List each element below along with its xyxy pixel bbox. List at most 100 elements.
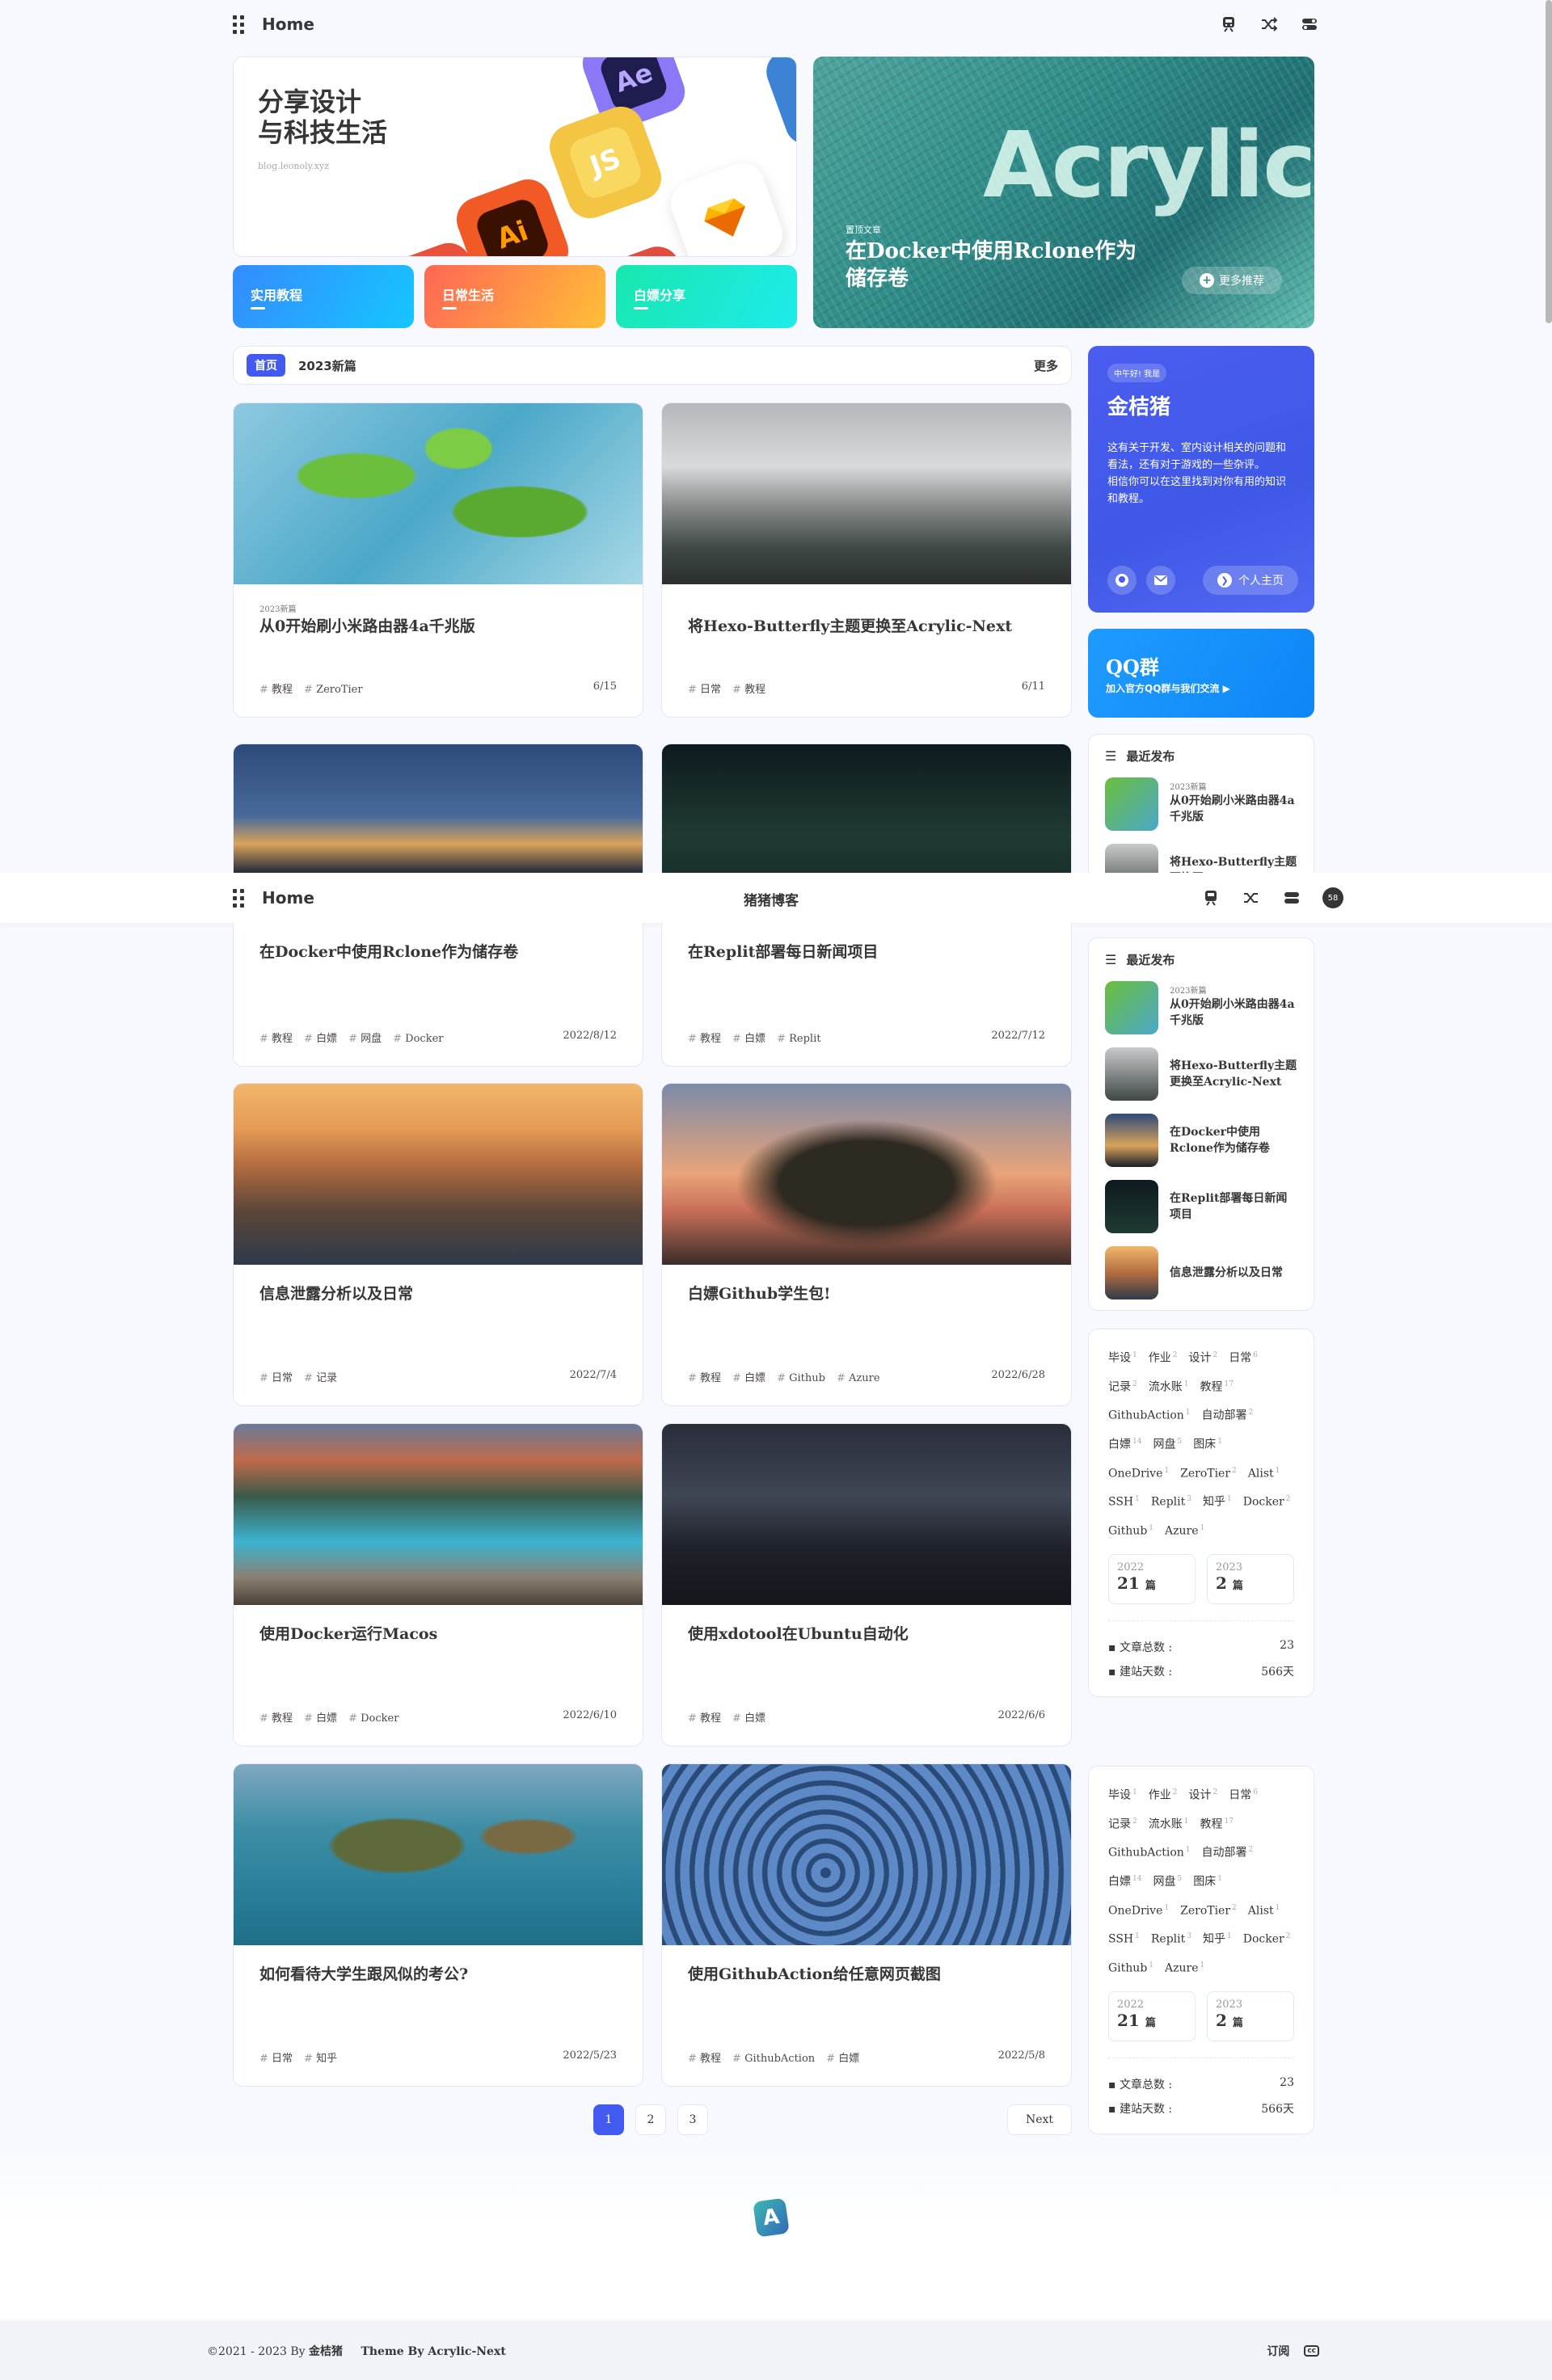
post-title[interactable]: 在Replit部署每日新闻项目 [688, 941, 1045, 963]
toggle-icon[interactable] [1300, 15, 1319, 34]
tag-link[interactable]: SSH 1 [1108, 1489, 1140, 1512]
category-daily-button[interactable]: 日常生活 [424, 265, 605, 328]
tag-link[interactable]: Azure 1 [1165, 1519, 1204, 1541]
tag-link[interactable]: 设计 2 [1188, 1346, 1217, 1368]
subway-icon[interactable] [1201, 888, 1221, 908]
tag-link[interactable]: Alist 1 [1248, 1898, 1280, 1921]
post-title[interactable]: 在Docker中使用Rclone作为储存卷 [259, 941, 617, 963]
tag-link[interactable]: 毕设 1 [1108, 1783, 1137, 1805]
tag-link[interactable]: 白嫖 14 [1108, 1432, 1141, 1455]
tag-link[interactable]: 作业 2 [1149, 1346, 1178, 1368]
more-recommend-button[interactable]: + 更多推荐 [1182, 267, 1282, 294]
tag-link[interactable]: Alist 1 [1248, 1461, 1280, 1484]
post-card[interactable]: 信息泄露分析以及日常 日常记录2022/7/4 [233, 1083, 643, 1406]
menu-grid-icon[interactable] [233, 15, 244, 34]
tag-link[interactable]: Azure 1 [1165, 1956, 1204, 1978]
post-title[interactable]: 使用xdotool在Ubuntu自动化 [688, 1623, 1045, 1645]
tag-link[interactable]: 图床 1 [1193, 1432, 1222, 1455]
toggle-icon[interactable] [1282, 888, 1301, 908]
tag-link[interactable]: ZeroTier 2 [1180, 1898, 1237, 1921]
github-icon[interactable] [1107, 566, 1137, 595]
tag-link[interactable]: 记录 2 [1108, 1812, 1137, 1834]
post-title[interactable]: 使用GithubAction给任意网页截图 [688, 1963, 1045, 1986]
post-title[interactable]: 使用Docker运行Macos [259, 1623, 617, 1645]
recent-post-item[interactable]: 2023新篇 从0开始刷小米路由器4a千兆版 [1105, 981, 1297, 1034]
recent-post-item[interactable]: 2023新篇 从0开始刷小米路由器4a千兆版 [1105, 777, 1297, 831]
post-title[interactable]: 信息泄露分析以及日常 [259, 1283, 617, 1305]
tag-link[interactable]: Docker 2 [1243, 1489, 1291, 1512]
footer-author[interactable]: 金桔猪 [309, 2345, 343, 2358]
nav-center-title[interactable]: 猪猪博客 [744, 889, 799, 909]
tag-link[interactable]: 教程 17 [1200, 1375, 1233, 1397]
tag-link[interactable]: Github 1 [1108, 1519, 1153, 1541]
category-active-tab[interactable]: 2023新篇 [298, 357, 356, 374]
post-card-body[interactable]: 在Docker中使用Rclone作为储存卷 教程白嫖网盘Docker2022/8… [233, 923, 643, 1067]
next-page-button[interactable]: Next [1007, 2104, 1072, 2135]
archive-year-card[interactable]: 2022 21 篇 [1108, 1553, 1196, 1604]
post-card[interactable]: 使用Docker运行Macos 教程白嫖Docker2022/6/10 [233, 1423, 643, 1746]
tag-link[interactable]: 白嫖 14 [1108, 1869, 1141, 1892]
post-card-body[interactable]: 在Replit部署每日新闻项目 教程白嫖Replit2022/7/12 [661, 923, 1072, 1067]
qq-group-card[interactable]: QQ群 加入官方QQ群与我们交流 ▶ [1088, 629, 1314, 718]
tag-link[interactable]: 日常 6 [1229, 1346, 1258, 1368]
post-tag[interactable]: 教程 [732, 684, 765, 696]
shuffle-icon[interactable] [1259, 15, 1279, 34]
tag-link[interactable]: Docker 2 [1243, 1927, 1291, 1949]
archive-year-card[interactable]: 2023 2 篇 [1207, 1990, 1294, 2041]
footer-theme[interactable]: Theme By Acrylic-Next [361, 2345, 505, 2358]
tag-link[interactable]: 记录 2 [1108, 1375, 1137, 1397]
post-title[interactable]: 白嫖Github学生包! [688, 1283, 1045, 1305]
category-tutorial-button[interactable]: 实用教程 [233, 265, 414, 328]
tag-link[interactable]: 教程 17 [1200, 1812, 1233, 1834]
tag-link[interactable]: SSH 1 [1108, 1927, 1140, 1949]
site-logo-icon[interactable]: A [753, 2197, 790, 2238]
post-tag[interactable]: ZeroTier [304, 684, 363, 696]
tag-link[interactable]: 毕设 1 [1108, 1346, 1137, 1368]
tag-link[interactable]: 设计 2 [1188, 1783, 1217, 1805]
tag-link[interactable]: Replit 3 [1151, 1489, 1191, 1512]
tag-link[interactable]: Replit 3 [1151, 1927, 1191, 1949]
post-card[interactable]: 将Hexo-Butterfly主题更换至Acrylic-Next 日常教程 6/1… [661, 402, 1072, 718]
nav-brand[interactable]: Home [262, 15, 314, 34]
nav-brand[interactable]: Home [262, 888, 314, 908]
post-title[interactable]: 将Hexo-Butterfly主题更换至Acrylic-Next [688, 615, 1045, 638]
menu-grid-icon[interactable] [233, 888, 244, 908]
recent-post-item[interactable]: 信息泄露分析以及日常 [1105, 1246, 1297, 1300]
post-card[interactable]: 如何看待大学生跟风似的考公? 日常知乎2022/5/23 [233, 1763, 643, 2087]
personal-home-button[interactable]: ❯ 个人主页 [1203, 566, 1298, 595]
scrollbar-thumb[interactable] [1546, 0, 1552, 323]
tag-link[interactable]: ZeroTier 2 [1180, 1461, 1237, 1484]
cc-license-icon[interactable]: cc [1304, 2344, 1319, 2357]
tag-link[interactable]: 知乎 1 [1203, 1489, 1232, 1512]
tag-link[interactable]: 流水账 1 [1149, 1375, 1189, 1397]
tag-link[interactable]: OneDrive 1 [1108, 1461, 1169, 1484]
post-card[interactable]: 使用xdotool在Ubuntu自动化 教程白嫖2022/6/6 [661, 1423, 1072, 1746]
email-icon[interactable] [1146, 566, 1175, 595]
tag-link[interactable]: 图床 1 [1193, 1869, 1222, 1892]
post-tag[interactable]: 教程 [259, 684, 293, 696]
recent-post-item[interactable]: 将Hexo-Butterfly主题更换至Acrylic-Next [1105, 844, 1297, 873]
tag-link[interactable]: GithubAction 1 [1108, 1403, 1191, 1426]
category-home-tab[interactable]: 首页 [247, 354, 285, 377]
archive-year-card[interactable]: 2023 2 篇 [1207, 1553, 1294, 1604]
category-more-link[interactable]: 更多 [1034, 357, 1058, 374]
tag-link[interactable]: GithubAction 1 [1108, 1840, 1191, 1863]
tag-link[interactable]: 知乎 1 [1203, 1927, 1232, 1949]
footer-rss-link[interactable]: 订阅 [1267, 2343, 1289, 2359]
archive-year-card[interactable]: 2022 21 篇 [1108, 1990, 1196, 2041]
scroll-progress-badge[interactable]: 58 [1322, 887, 1343, 908]
featured-post-card[interactable]: Acrylic 置顶文章 在Docker中使用Rclone作为储存卷 + 更多推… [813, 57, 1314, 328]
post-card[interactable]: 2023新篇 从0开始刷小米路由器4a千兆版 教程 ZeroTier 6/15 [233, 402, 643, 718]
page-3-button[interactable]: 3 [677, 2104, 708, 2135]
tag-link[interactable]: OneDrive 1 [1108, 1898, 1169, 1921]
shuffle-icon[interactable] [1242, 888, 1261, 908]
page-2-button[interactable]: 2 [635, 2104, 666, 2135]
tag-link[interactable]: 日常 6 [1229, 1783, 1258, 1805]
recent-post-item[interactable]: 在Docker中使用Rclone作为储存卷 [1105, 1114, 1297, 1167]
tag-link[interactable]: 网盘 5 [1153, 1869, 1182, 1892]
tag-link[interactable]: 网盘 5 [1153, 1432, 1182, 1455]
tag-link[interactable]: 自动部署 2 [1202, 1840, 1254, 1863]
page-1-button[interactable]: 1 [593, 2104, 624, 2135]
post-title[interactable]: 如何看待大学生跟风似的考公? [259, 1963, 617, 1986]
post-card[interactable]: 白嫖Github学生包! 教程白嫖GithubAzure2022/6/28 [661, 1083, 1072, 1406]
